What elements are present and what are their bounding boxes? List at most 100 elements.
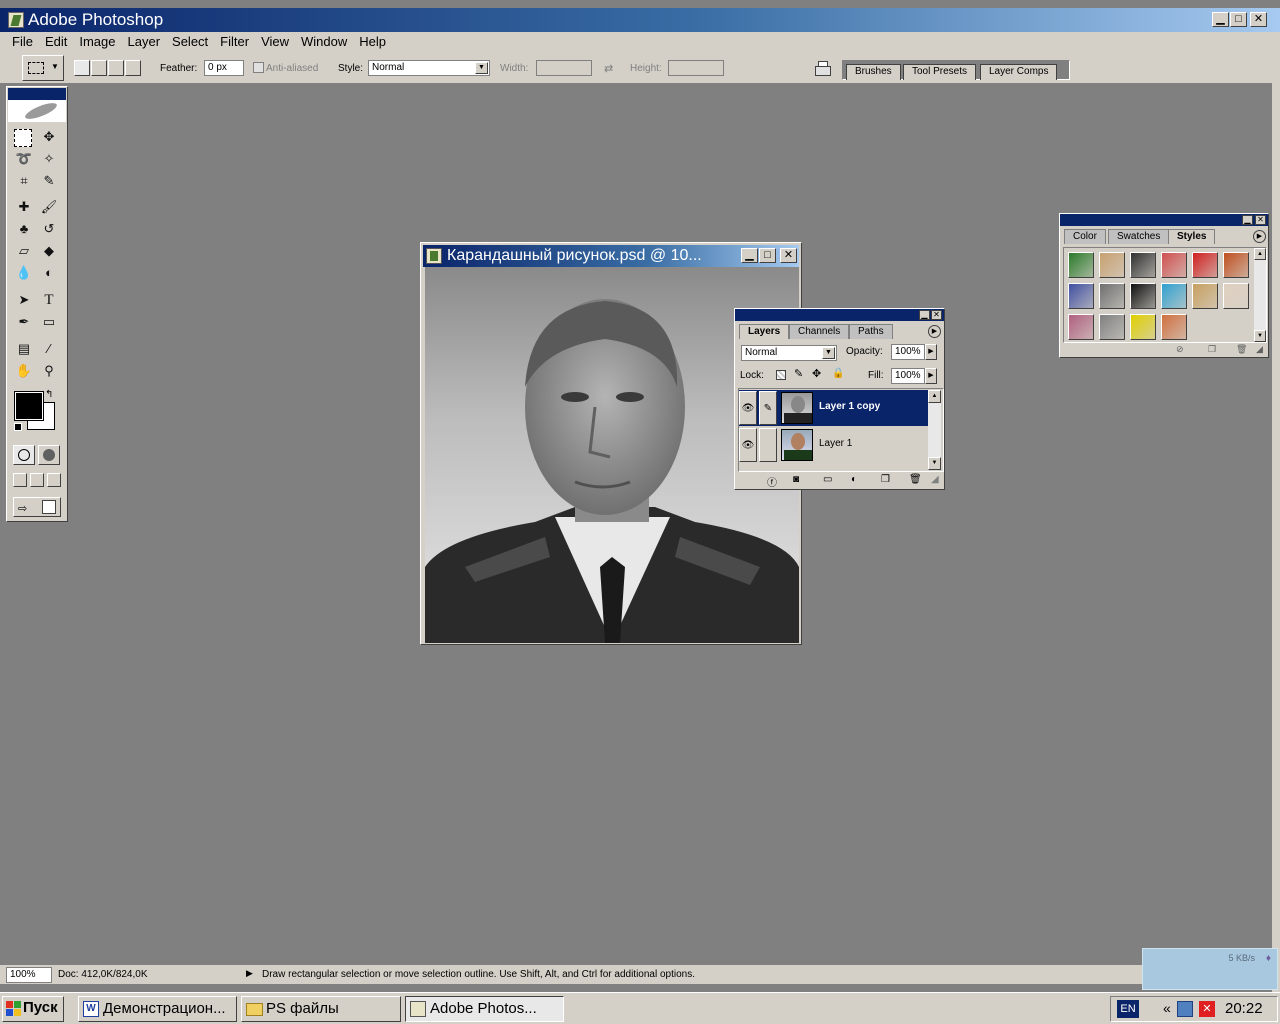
feather-input[interactable]: 0 px bbox=[204, 60, 244, 76]
eye-icon[interactable]: 👁 bbox=[739, 391, 757, 425]
screen-mode-standard-icon[interactable] bbox=[13, 473, 27, 487]
style-swatch[interactable] bbox=[1068, 283, 1094, 309]
foreground-color-swatch[interactable] bbox=[14, 391, 44, 421]
height-input[interactable] bbox=[668, 60, 724, 76]
tab-styles[interactable]: Styles bbox=[1168, 229, 1216, 244]
lasso-tool-icon[interactable]: ➰ bbox=[14, 149, 34, 169]
opacity-slider-arrow-icon[interactable]: ▶ bbox=[925, 344, 937, 360]
menu-layer[interactable]: Layer bbox=[122, 33, 167, 51]
brush-tool-icon[interactable]: 🖌 bbox=[39, 197, 59, 217]
start-button[interactable]: Пуск bbox=[2, 996, 64, 1022]
quick-mask-mode-icon[interactable] bbox=[38, 445, 60, 465]
menu-view[interactable]: View bbox=[255, 33, 295, 51]
eraser-tool-icon[interactable]: ▱ bbox=[14, 241, 34, 261]
close-button[interactable]: ✕ bbox=[1250, 12, 1267, 27]
tray-expand-icon[interactable]: « bbox=[1163, 1000, 1171, 1016]
layer-style-icon[interactable]: ⓕ bbox=[767, 474, 777, 489]
dodge-tool-icon[interactable]: ◐ bbox=[39, 263, 59, 283]
layer-row[interactable]: 👁 ✎ Layer 1 copy bbox=[739, 390, 928, 426]
clear-style-icon[interactable]: ⊘ bbox=[1176, 344, 1184, 355]
crop-tool-icon[interactable]: ⌗ bbox=[14, 171, 34, 191]
layers-panel-close-button[interactable]: ✕ bbox=[931, 310, 942, 320]
palette-well-tab-brushes[interactable]: Brushes bbox=[846, 64, 901, 80]
pen-tool-icon[interactable]: ✒ bbox=[14, 312, 34, 332]
default-colors-icon[interactable] bbox=[14, 423, 22, 431]
subtract-selection-icon[interactable] bbox=[108, 60, 124, 76]
antivirus-tray-icon[interactable]: ✕ bbox=[1199, 1001, 1215, 1017]
blur-tool-icon[interactable]: 💧 bbox=[14, 263, 34, 283]
intersect-selection-icon[interactable] bbox=[125, 60, 141, 76]
trash-icon[interactable]: 🗑 bbox=[909, 474, 922, 485]
language-indicator[interactable]: EN bbox=[1117, 1000, 1139, 1018]
jump-to-imageready-icon[interactable]: ⇨ bbox=[13, 497, 61, 517]
healing-brush-tool-icon[interactable]: ✚ bbox=[14, 197, 34, 217]
panel-menu-icon[interactable]: ▶ bbox=[1253, 230, 1266, 243]
style-swatch[interactable] bbox=[1161, 283, 1187, 309]
lock-pixels-icon[interactable]: ✎ bbox=[794, 367, 803, 380]
adjustment-layer-icon[interactable]: ◐ bbox=[851, 474, 857, 485]
style-swatch[interactable] bbox=[1192, 252, 1218, 278]
style-swatch[interactable] bbox=[1130, 252, 1156, 278]
menu-image[interactable]: Image bbox=[73, 33, 121, 51]
fill-slider-arrow-icon[interactable]: ▶ bbox=[925, 368, 937, 384]
magic-wand-tool-icon[interactable]: ✧ bbox=[39, 149, 59, 169]
tab-channels[interactable]: Channels bbox=[789, 324, 850, 339]
styles-panel-title-bar[interactable] bbox=[1060, 214, 1268, 226]
type-tool-icon[interactable]: T bbox=[39, 290, 59, 310]
swap-arrows-icon[interactable]: ⇄ bbox=[604, 62, 613, 75]
layers-panel-minimize-button[interactable]: ▁ bbox=[919, 310, 930, 320]
tab-swatches[interactable]: Swatches bbox=[1108, 229, 1170, 244]
taskbar-item-folder[interactable]: PS файлы bbox=[241, 996, 401, 1022]
layers-scrollbar[interactable]: ▲ ▼ bbox=[928, 390, 941, 470]
paint-bucket-tool-icon[interactable]: ◆ bbox=[39, 241, 59, 261]
marquee-tool-icon[interactable] bbox=[14, 129, 32, 147]
antialiased-checkbox[interactable] bbox=[253, 62, 264, 73]
style-swatch[interactable] bbox=[1068, 252, 1094, 278]
brush-link-icon[interactable]: ✎ bbox=[759, 391, 777, 425]
swap-colors-icon[interactable]: ↰ bbox=[45, 389, 53, 400]
notes-tool-icon[interactable]: ▤ bbox=[14, 339, 34, 359]
resize-grip-icon[interactable]: ◢ bbox=[1256, 344, 1263, 355]
status-menu-arrow-icon[interactable]: ▶ bbox=[246, 968, 253, 979]
opacity-input[interactable]: 100% bbox=[891, 344, 925, 360]
style-swatch[interactable] bbox=[1099, 283, 1125, 309]
style-swatch[interactable] bbox=[1130, 283, 1156, 309]
new-style-icon[interactable]: ❐ bbox=[1208, 344, 1216, 355]
doc-minimize-button[interactable]: ▁ bbox=[741, 248, 758, 263]
doc-close-button[interactable]: ✕ bbox=[780, 248, 797, 263]
toolbox-title-bar[interactable] bbox=[8, 88, 66, 100]
shape-tool-icon[interactable]: ▭ bbox=[39, 312, 59, 332]
eyedropper-tool-icon[interactable]: ⁄ bbox=[39, 339, 59, 359]
style-swatch[interactable] bbox=[1068, 314, 1094, 340]
screen-mode-full-icon[interactable] bbox=[47, 473, 61, 487]
network-tray-icon[interactable] bbox=[1177, 1001, 1193, 1017]
eye-icon[interactable]: 👁 bbox=[739, 428, 757, 462]
zoom-tool-icon[interactable]: ⚲ bbox=[39, 361, 59, 381]
new-group-icon[interactable]: ▭ bbox=[823, 474, 832, 485]
history-brush-tool-icon[interactable]: ↺ bbox=[39, 219, 59, 239]
app-title-bar[interactable]: Adobe Photoshop ▁ □ ✕ bbox=[0, 8, 1280, 32]
screen-mode-full-menu-icon[interactable] bbox=[30, 473, 44, 487]
width-input[interactable] bbox=[536, 60, 592, 76]
trash-icon[interactable]: 🗑 bbox=[1236, 344, 1247, 355]
tab-layers[interactable]: Layers bbox=[739, 324, 790, 339]
minimize-button[interactable]: ▁ bbox=[1212, 12, 1229, 27]
link-cell[interactable] bbox=[759, 428, 777, 462]
panel-menu-icon[interactable]: ▶ bbox=[928, 325, 941, 338]
menu-filter[interactable]: Filter bbox=[214, 33, 255, 51]
style-swatch[interactable] bbox=[1099, 314, 1125, 340]
palette-well-tab-layer-comps[interactable]: Layer Comps bbox=[980, 64, 1058, 80]
add-selection-icon[interactable] bbox=[91, 60, 107, 76]
path-selection-tool-icon[interactable]: ➤ bbox=[14, 290, 34, 310]
styles-panel-minimize-button[interactable]: ▁ bbox=[1242, 215, 1253, 225]
palette-well-tab-tool-presets[interactable]: Tool Presets bbox=[903, 64, 977, 80]
doc-maximize-button[interactable]: □ bbox=[759, 248, 776, 263]
menu-select[interactable]: Select bbox=[166, 33, 214, 51]
menu-window[interactable]: Window bbox=[295, 33, 353, 51]
resize-grip-icon[interactable]: ◢ bbox=[931, 474, 939, 485]
new-selection-icon[interactable] bbox=[74, 60, 90, 76]
hand-tool-icon[interactable]: ✋ bbox=[14, 361, 34, 381]
menu-file[interactable]: File bbox=[6, 33, 39, 51]
standard-mode-icon[interactable] bbox=[13, 445, 35, 465]
move-tool-icon[interactable]: ✥ bbox=[39, 127, 59, 147]
